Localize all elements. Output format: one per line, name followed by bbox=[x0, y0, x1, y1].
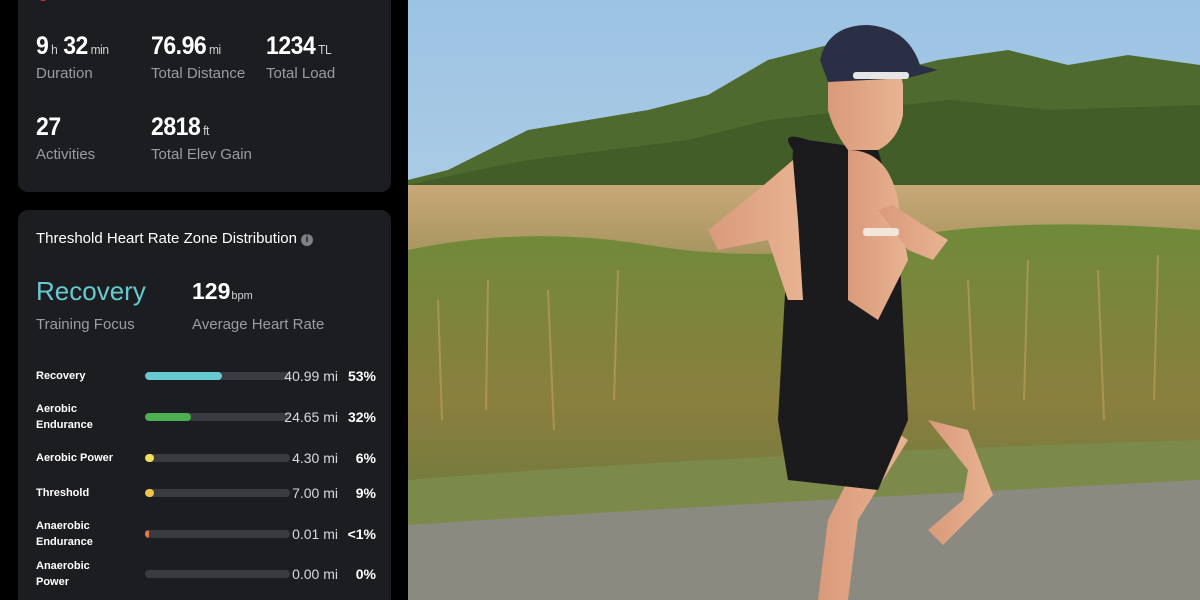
zone-bar-fill bbox=[145, 372, 222, 380]
zone-distance: 0.01 mi bbox=[292, 526, 338, 542]
activities-label: Activities bbox=[36, 146, 96, 163]
zone-distribution-card: Threshold Heart Rate Zone Distribution i … bbox=[18, 210, 391, 600]
zone-bar-fill bbox=[145, 413, 192, 421]
duration-minutes: 32 bbox=[63, 32, 88, 60]
zone-percent: 6% bbox=[355, 450, 376, 466]
zone-name: Aerobic Endurance bbox=[36, 403, 93, 431]
distance-stat: 76.96 mi Total Distance bbox=[151, 32, 245, 82]
load-label: Total Load bbox=[266, 65, 336, 82]
activities-stat: 27 Activities bbox=[36, 113, 95, 163]
duration-stat: 9h 32 min Duration bbox=[36, 32, 115, 82]
zone-bar-track bbox=[145, 454, 290, 462]
elevation-value: 2818 bbox=[151, 113, 201, 141]
zone-name: Anaerobic Power bbox=[36, 560, 90, 588]
load-value: 1234 bbox=[266, 32, 316, 60]
duration-hours-unit: h bbox=[51, 42, 58, 57]
runner-photo bbox=[408, 0, 1200, 600]
duration-minutes-unit: min bbox=[90, 42, 109, 57]
zone-bar-fill bbox=[145, 530, 150, 538]
avg-hr-unit: bpm bbox=[231, 290, 253, 302]
zone-distance: 24.65 mi bbox=[284, 409, 338, 425]
runner-photo-illustration bbox=[408, 0, 1200, 600]
zone-percent: 0% bbox=[355, 566, 376, 582]
zone-row: Recovery 40.99 mi 53% bbox=[36, 359, 376, 393]
training-focus-value: Recovery bbox=[36, 276, 146, 306]
zones-title: Threshold Heart Rate Zone Distribution i bbox=[36, 230, 313, 247]
avg-heart-rate-value: 129bpm bbox=[192, 278, 253, 305]
elevation-label: Total Elev Gain bbox=[151, 146, 252, 163]
zone-name: Recovery bbox=[36, 370, 86, 382]
zone-name: Anaerobic Endurance bbox=[36, 520, 93, 548]
info-icon[interactable]: i bbox=[300, 234, 313, 246]
zone-row: Aerobic Power 4.30 mi 6% bbox=[36, 441, 376, 475]
zone-bar-track bbox=[145, 489, 290, 497]
zones-title-text: Threshold Heart Rate Zone Distribution bbox=[36, 230, 297, 247]
zone-percent: <1% bbox=[347, 526, 376, 542]
zone-distance: 4.30 mi bbox=[292, 450, 338, 466]
zone-distance: 40.99 mi bbox=[284, 368, 338, 384]
distance-label: Total Distance bbox=[151, 65, 246, 82]
summary-card: 9h 32 min Duration 76.96 mi Total Distance… bbox=[18, 0, 391, 192]
zone-bar-track bbox=[145, 570, 290, 578]
elevation-unit: ft bbox=[203, 123, 209, 138]
zone-bar-fill bbox=[145, 489, 154, 497]
zone-percent: 32% bbox=[347, 409, 376, 425]
stats-panel: 9h 32 min Duration 76.96 mi Total Distance… bbox=[0, 0, 408, 600]
elevation-stat: 2818 ft Total Elev Gain bbox=[151, 113, 252, 163]
distance-unit: mi bbox=[209, 42, 221, 57]
zone-row: Anaerobic Endurance 0.01 mi <1% bbox=[36, 517, 376, 551]
zone-row: Aerobic Endurance 24.65 mi 32% bbox=[36, 400, 376, 434]
zone-name: Threshold bbox=[36, 487, 90, 499]
zone-row: Anaerobic Power 0.00 mi 0% bbox=[36, 557, 376, 591]
load-stat: 1234 TL Total Load bbox=[266, 32, 337, 82]
zone-bar-track bbox=[145, 413, 290, 421]
zone-name: Aerobic Power bbox=[36, 452, 114, 464]
zone-percent: 53% bbox=[347, 368, 376, 384]
load-unit: TL bbox=[318, 42, 332, 57]
duration-label: Duration bbox=[36, 65, 93, 82]
zone-row: Threshold 7.00 mi 9% bbox=[36, 476, 376, 510]
zone-bar-track bbox=[145, 530, 290, 538]
training-focus-label: Training Focus bbox=[36, 316, 135, 333]
zone-distance: 0.00 mi bbox=[292, 566, 338, 582]
avg-hr-number: 129 bbox=[192, 278, 231, 304]
avg-heart-rate-label: Average Heart Rate bbox=[192, 316, 325, 333]
distance-value: 76.96 bbox=[151, 32, 207, 60]
zone-bar-track bbox=[145, 372, 290, 380]
zone-bar-fill bbox=[145, 454, 154, 462]
activities-value: 27 bbox=[36, 113, 61, 141]
app-indicator-icon bbox=[38, 0, 48, 1]
duration-hours: 9 bbox=[36, 32, 49, 60]
zone-percent: 9% bbox=[355, 485, 376, 501]
zone-distance: 7.00 mi bbox=[292, 485, 338, 501]
